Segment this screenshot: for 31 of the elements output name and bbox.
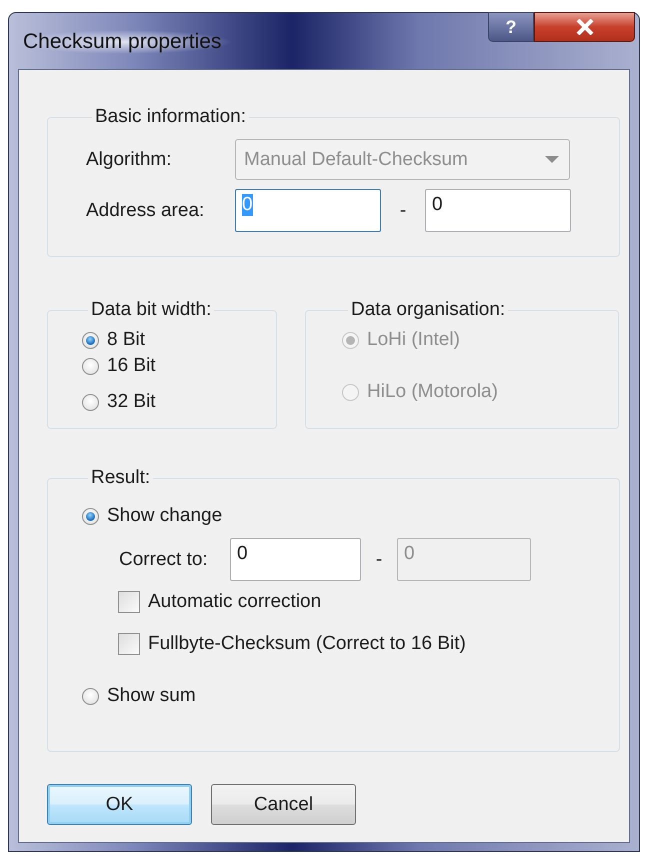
group-title: Result: bbox=[91, 467, 150, 488]
text-field[interactable]: 0 bbox=[230, 538, 361, 581]
radio-button[interactable] bbox=[82, 394, 99, 410]
range-separator: - bbox=[374, 548, 384, 570]
radio-button[interactable] bbox=[82, 332, 99, 348]
radio-label[interactable]: 16 Bit bbox=[107, 355, 156, 377]
group-title: Data bit width: bbox=[91, 299, 212, 320]
close-icon bbox=[574, 19, 594, 35]
field-label: Correct to: bbox=[119, 548, 209, 570]
group-title: Basic information: bbox=[95, 106, 246, 127]
radio-button[interactable] bbox=[82, 688, 99, 704]
checkbox[interactable] bbox=[118, 633, 140, 655]
radio-label[interactable]: 32 Bit bbox=[107, 391, 156, 413]
field-label: Algorithm: bbox=[86, 148, 173, 170]
radio-button[interactable] bbox=[82, 508, 99, 524]
field-label: Address area: bbox=[86, 200, 206, 222]
radio-label[interactable]: Show change bbox=[107, 505, 222, 527]
radio-label[interactable]: 8 Bit bbox=[107, 329, 146, 351]
radio-label[interactable]: Show sum bbox=[107, 685, 196, 707]
text-field[interactable]: 0 bbox=[425, 189, 571, 232]
dialog-button[interactable]: Cancel bbox=[211, 784, 356, 825]
checkbox-label[interactable]: Fullbyte-Checksum (Correct to 16 Bit) bbox=[148, 633, 466, 655]
group-title: Data organisation: bbox=[351, 299, 506, 320]
dialog-button[interactable]: OK bbox=[47, 784, 192, 825]
checkbox[interactable] bbox=[118, 591, 140, 613]
radio-button[interactable] bbox=[82, 358, 99, 374]
help-button[interactable]: ? bbox=[488, 12, 534, 42]
range-separator: - bbox=[398, 200, 408, 222]
close-button[interactable] bbox=[534, 12, 635, 42]
checkbox-label[interactable]: Automatic correction bbox=[148, 591, 322, 613]
dropdown-arrow-icon bbox=[545, 156, 559, 164]
